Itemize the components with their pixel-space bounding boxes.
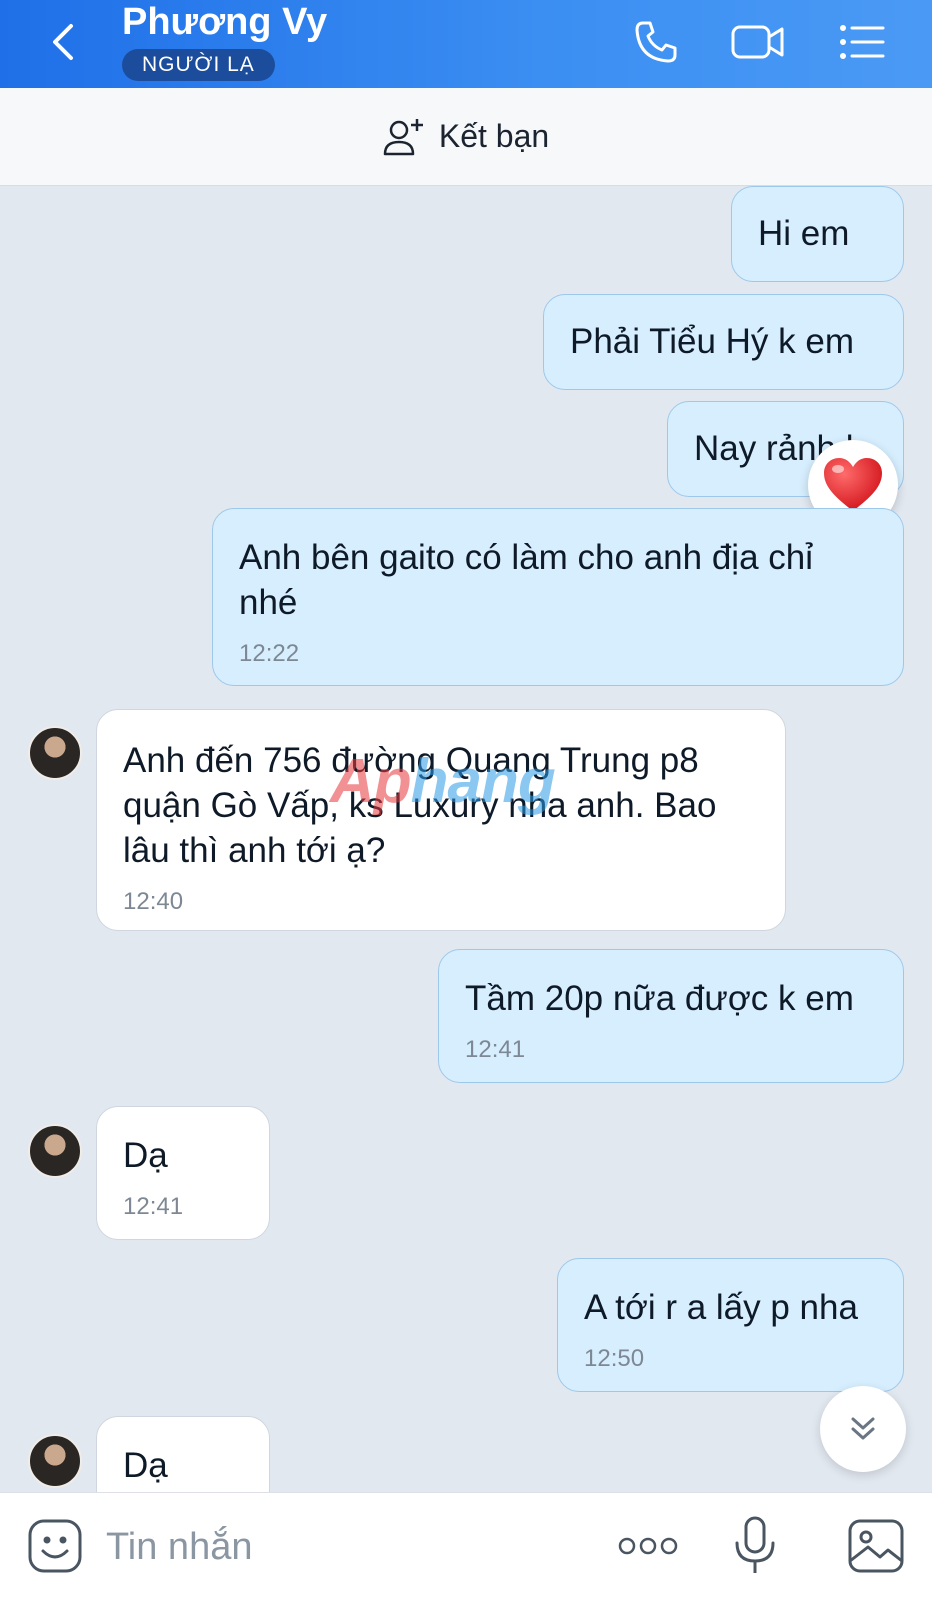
message-list[interactable]: Hi em Phải Tiểu Hý k em Nay rảnh k Anh b… (0, 186, 932, 1492)
back-chevron-icon (53, 24, 73, 60)
message-text: Anh đến 756 đường Quang Trung p8 quận Gò… (123, 741, 717, 870)
image-gallery-icon (848, 1519, 904, 1573)
scroll-to-bottom-button[interactable] (820, 1386, 906, 1472)
message-text: Hi em (758, 214, 850, 253)
double-chevron-down-icon (851, 1417, 875, 1440)
message-composer (0, 1492, 932, 1600)
add-friend-icon (383, 118, 423, 155)
message-text: Phải Tiểu Hý k em (570, 322, 854, 361)
message-text: Tầm 20p nữa được k em (465, 979, 854, 1018)
sticker-button[interactable] (26, 1517, 84, 1575)
add-friend-label: Kết bạn (438, 118, 550, 154)
message-time: 12:22 (239, 640, 300, 667)
sticker-emoji-icon (28, 1519, 82, 1573)
more-options-icon (618, 1537, 678, 1555)
contact-avatar[interactable] (28, 726, 82, 780)
contact-name[interactable]: Phương Vy (122, 0, 327, 44)
chat-options-button[interactable] (832, 14, 892, 70)
message-time: 12:41 (123, 1193, 184, 1220)
message-bubble[interactable]: A tới r a lấy p nha 12:50 (557, 1258, 904, 1392)
message-text: Dạ (123, 1136, 168, 1175)
send-image-button[interactable] (846, 1517, 906, 1575)
voice-message-button[interactable] (730, 1515, 780, 1577)
message-time: 12:40 (123, 888, 184, 915)
message-bubble[interactable]: Hi em (731, 186, 904, 282)
video-call-icon (731, 25, 784, 59)
message-bubble[interactable]: Anh đến 756 đường Quang Trung p8 quận Gò… (96, 709, 786, 931)
menu-list-icon (840, 25, 885, 59)
voice-call-button[interactable] (626, 14, 686, 70)
message-text: A tới r a lấy p nha (584, 1288, 858, 1327)
contact-avatar[interactable] (28, 1434, 82, 1488)
message-text: Anh bên gaito có làm cho anh địa chỉ nhé (239, 538, 813, 622)
message-bubble[interactable]: Dạ 12:41 (96, 1106, 270, 1240)
message-time: 12:41 (465, 1036, 526, 1063)
microphone-icon (735, 1516, 775, 1573)
message-bubble[interactable]: Dạ (96, 1416, 270, 1492)
message-input[interactable] (106, 1519, 576, 1575)
phone-call-icon (635, 21, 677, 63)
message-text: Dạ (123, 1446, 168, 1485)
add-friend-bar[interactable]: Kết bạn (0, 88, 932, 186)
heart-emoji-icon (824, 458, 882, 511)
message-time: 12:50 (584, 1345, 645, 1372)
contact-avatar[interactable] (28, 1124, 82, 1178)
stranger-badge: NGƯỜI LẠ (122, 49, 275, 81)
message-bubble[interactable]: Anh bên gaito có làm cho anh địa chỉ nhé… (212, 508, 904, 686)
more-options-button[interactable] (616, 1523, 680, 1569)
message-bubble[interactable]: Phải Tiểu Hý k em (543, 294, 904, 390)
back-button[interactable] (44, 16, 84, 68)
message-bubble[interactable]: Tầm 20p nữa được k em 12:41 (438, 949, 904, 1083)
chat-header: Phương Vy NGƯỜI LẠ (0, 0, 932, 88)
video-call-button[interactable] (728, 14, 788, 70)
